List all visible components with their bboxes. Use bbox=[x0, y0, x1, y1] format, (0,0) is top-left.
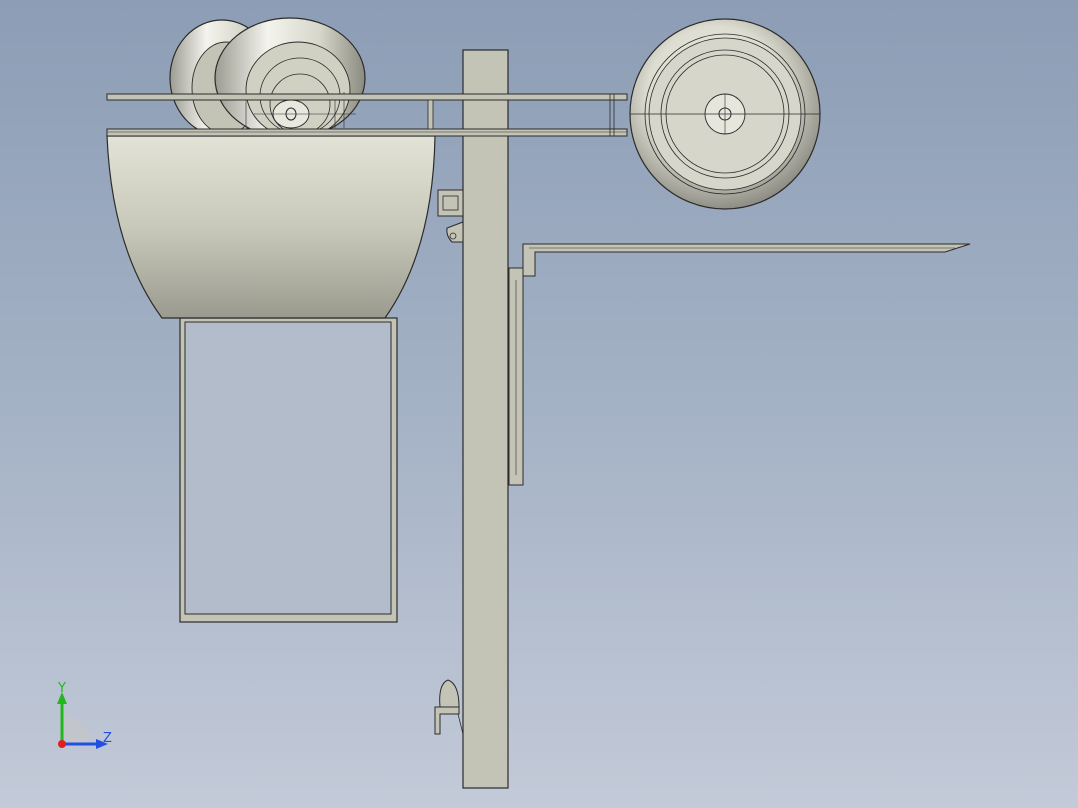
rectangular-panel[interactable] bbox=[179, 317, 398, 623]
vertical-pole[interactable] bbox=[462, 49, 509, 789]
z-axis-label: Z bbox=[103, 731, 112, 746]
side-bracket-plate[interactable] bbox=[508, 267, 524, 486]
right-wheel[interactable] bbox=[629, 18, 821, 210]
3d-graphics-viewport[interactable]: Y Z bbox=[0, 0, 1078, 808]
x-axis-origin bbox=[58, 740, 66, 748]
bucket-basket[interactable] bbox=[106, 135, 436, 319]
coordinate-triad: Y Z bbox=[57, 681, 112, 749]
upper-clip[interactable] bbox=[437, 189, 464, 243]
cad-model-scene[interactable] bbox=[0, 0, 1078, 808]
horizontal-arm[interactable] bbox=[522, 243, 971, 277]
lower-hook[interactable] bbox=[434, 679, 464, 735]
left-wheel-assembly[interactable] bbox=[169, 17, 366, 139]
triad-plane bbox=[62, 716, 90, 744]
y-axis-label: Y bbox=[57, 681, 66, 696]
